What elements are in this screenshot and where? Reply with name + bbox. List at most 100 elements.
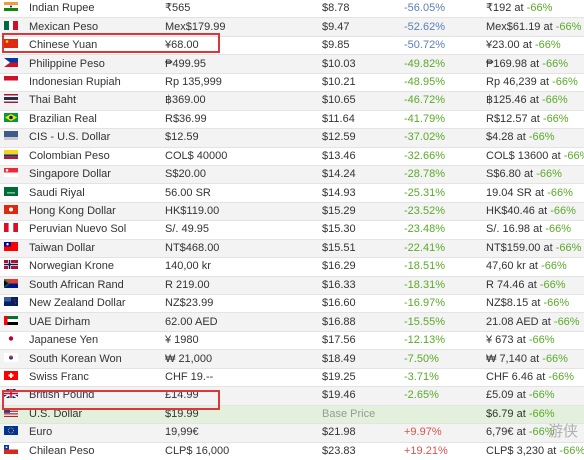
sale-at-label: at [530, 353, 539, 365]
local-price: R 219.00 [161, 276, 318, 294]
sale-discount: -66% [542, 58, 568, 70]
currency-name: Mexican Peso [25, 18, 161, 36]
sale-price-cell: £5.09 at -66% [482, 387, 584, 405]
converted-price: $19.46 [318, 387, 400, 405]
sale-at-label: at [531, 297, 540, 309]
colombia-flag-icon [4, 150, 18, 162]
currency-name: South Korean Won [25, 350, 161, 368]
sale-discount: -66% [535, 39, 561, 51]
price-difference: +19.21% [400, 442, 482, 460]
sale-at-label: at [517, 426, 526, 438]
sale-at-label: at [528, 279, 537, 291]
sale-price: ₩ 7,140 [486, 353, 527, 365]
thailand-flag-icon [4, 94, 18, 106]
flag-cell [0, 184, 25, 202]
sale-price-cell: R 74.46 at -66% [482, 276, 584, 294]
sale-price: ₱169.98 [486, 58, 527, 70]
flag-cell [0, 73, 25, 91]
flag-cell [0, 92, 25, 110]
watermark: 游侠 [548, 420, 578, 441]
local-price: ₹565 [161, 0, 318, 18]
philippines-flag-icon [4, 58, 18, 70]
converted-price: Base Price [318, 405, 400, 423]
converted-price: $16.33 [318, 276, 400, 294]
saudi-flag-icon [4, 187, 18, 199]
sale-price-cell: S$6.80 at -66% [482, 165, 584, 183]
sale-discount: -66% [548, 371, 574, 383]
price-row: Swiss FrancCHF 19.--$19.25-3.71%CHF 6.46… [0, 368, 584, 386]
uk-flag-icon [4, 389, 18, 401]
price-row: Peruvian Nuevo SolS/. 49.95$15.30-23.48%… [0, 221, 584, 239]
korea-flag-icon [4, 353, 18, 365]
eu-flag-icon [4, 426, 18, 438]
price-difference: -46.72% [400, 92, 482, 110]
local-price: COL$ 40000 [161, 147, 318, 165]
local-price: ¥68.00 [161, 36, 318, 54]
sale-at-label: at [524, 168, 533, 180]
sale-price-cell: S/. 16.98 at -66% [482, 221, 584, 239]
sale-price: S$6.80 [486, 168, 521, 180]
currency-name: Japanese Yen [25, 331, 161, 349]
sale-price: ₹192 [486, 2, 511, 14]
price-difference: -48.95% [400, 73, 482, 91]
sale-at-label: at [533, 223, 542, 235]
sale-price-cell: ₹192 at -66% [482, 0, 584, 18]
sale-discount: -66% [564, 150, 584, 162]
sale-at-label: at [531, 113, 540, 125]
sale-at-label: at [517, 389, 526, 401]
flag-cell [0, 258, 25, 276]
price-difference: -15.55% [400, 313, 482, 331]
converted-price: $9.85 [318, 36, 400, 54]
sale-at-label: at [529, 260, 538, 272]
flag-cell [0, 239, 25, 257]
converted-price: $14.24 [318, 165, 400, 183]
hongkong-flag-icon [4, 205, 18, 217]
flag-cell [0, 129, 25, 147]
converted-price: $15.51 [318, 239, 400, 257]
local-price: Mex$179.99 [161, 18, 318, 36]
sale-discount: -66% [556, 21, 582, 33]
local-price: ¥ 1980 [161, 331, 318, 349]
currency-name: Indonesian Rupiah [25, 73, 161, 91]
norway-flag-icon [4, 260, 18, 272]
sale-discount: -66% [544, 297, 570, 309]
sale-price: Mex$61.19 [486, 21, 540, 33]
price-row: Chinese Yuan¥68.00$9.85-50.72%¥23.00 at … [0, 36, 584, 54]
price-difference: -22.41% [400, 239, 482, 257]
sale-at-label: at [514, 2, 523, 14]
sale-at-label: at [517, 131, 526, 143]
currency-name: New Zealand Dollar [25, 295, 161, 313]
price-difference: -7.50% [400, 350, 482, 368]
flag-cell [0, 221, 25, 239]
flag-cell [0, 36, 25, 54]
converted-price: $16.88 [318, 313, 400, 331]
price-row: South African RandR 219.00$16.33-18.31%R… [0, 276, 584, 294]
converted-price: $23.83 [318, 442, 400, 460]
sale-discount: -66% [547, 187, 573, 199]
peru-flag-icon [4, 223, 18, 235]
indonesia-flag-icon [4, 76, 18, 88]
price-difference: -28.78% [400, 165, 482, 183]
price-row: Singapore DollarS$20.00$14.24-28.78%S$6.… [0, 165, 584, 183]
india-flag-icon [4, 2, 18, 14]
sale-price: HK$40.46 [486, 205, 535, 217]
sale-price: £5.09 [486, 389, 514, 401]
price-difference: -56.05% [400, 0, 482, 18]
sale-price: $4.28 [486, 131, 514, 143]
converted-price: $17.56 [318, 331, 400, 349]
sale-price-cell: CHF 6.46 at -66% [482, 368, 584, 386]
price-difference: -52.62% [400, 18, 482, 36]
price-difference: -18.31% [400, 276, 482, 294]
sale-price-cell: Rp 46,239 at -66% [482, 73, 584, 91]
sale-at-label: at [540, 76, 549, 88]
sale-discount: -66% [540, 279, 566, 291]
price-difference: -18.51% [400, 258, 482, 276]
converted-price: $8.78 [318, 0, 400, 18]
sale-at-label: at [551, 150, 560, 162]
price-row: Philippine Peso₱499.95$10.03-49.82%₱169.… [0, 55, 584, 73]
flag-cell [0, 202, 25, 220]
price-row: Thai Baht฿369.00$10.65-46.72%฿125.46 at … [0, 92, 584, 110]
price-difference: -23.52% [400, 202, 482, 220]
sale-at-label: at [530, 94, 539, 106]
currency-name: Chilean Peso [25, 442, 161, 460]
